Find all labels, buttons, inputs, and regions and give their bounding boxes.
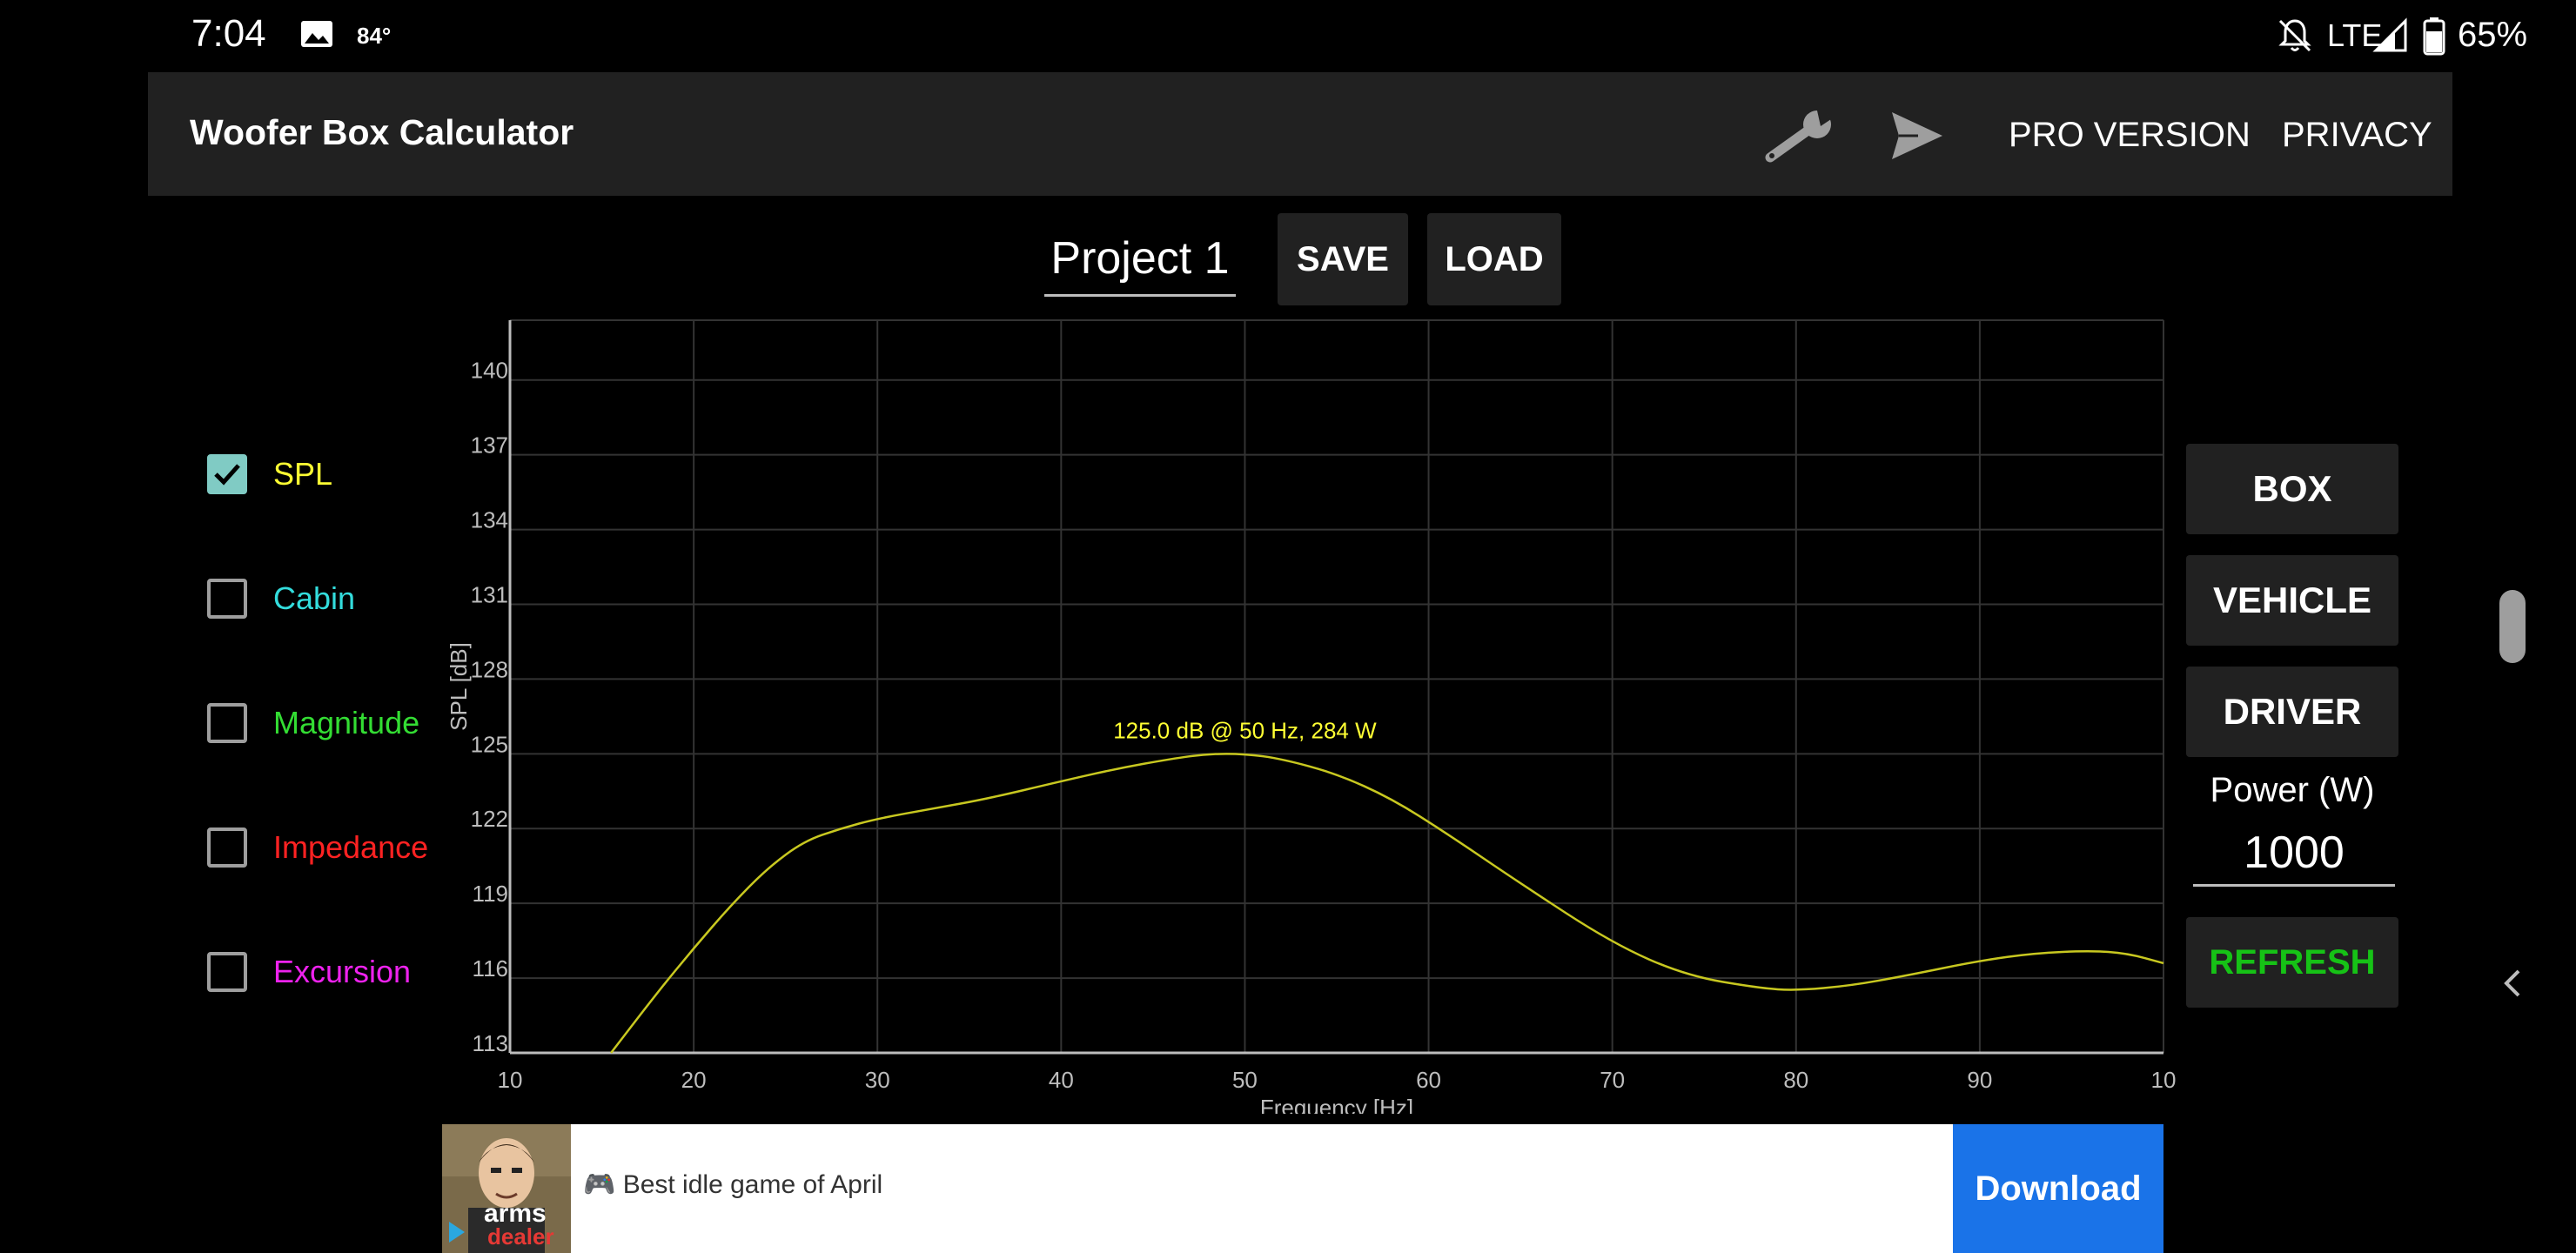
bell-off-icon [2278,19,2311,52]
y-tick-label: 116 [473,955,508,982]
peak-annotation: 125.0 dB @ 50 Hz, 284 W [1113,717,1377,743]
toggle-label: Excursion [273,954,412,989]
x-tick-label: 60 [1416,1067,1441,1093]
signal-icon [2372,17,2407,52]
privacy-button[interactable]: PRIVACY [2282,116,2432,155]
x-tick-label: 10 [2151,1067,2176,1093]
y-tick-label: 128 [471,656,508,682]
x-tick-label: 10 [498,1067,523,1093]
send-icon[interactable] [1888,109,1946,163]
toggle-label: Magnitude [273,705,420,740]
x-tick-label: 40 [1049,1067,1074,1093]
wrench-icon[interactable] [1763,107,1841,164]
checkbox[interactable] [207,454,247,494]
ad-game-thumbnail[interactable]: arms dealer [442,1124,571,1253]
spl-chart[interactable]: 113 116 119 122 125 128 131 134 137 140 10 20 30 40 50… [418,313,2176,1114]
ad-banner[interactable]: arms dealer 🎮 Best idle game of April Do… [442,1124,2163,1253]
scrollbar-thumb[interactable] [2499,590,2526,663]
checkbox[interactable] [207,703,247,743]
vehicle-button[interactable]: VEHICLE [2186,555,2398,646]
power-label: Power (W) [2210,771,2375,809]
checkbox[interactable] [207,579,247,619]
x-tick-label: 80 [1783,1067,1808,1093]
y-tick-label: 137 [471,432,508,459]
battery-percent: 65% [2458,16,2528,54]
download-button[interactable]: Download [1953,1124,2163,1253]
y-tick-label: 125 [471,731,508,757]
y-tick-label: 122 [471,806,508,832]
refresh-button[interactable]: REFRESH [2186,917,2398,1008]
x-axis-label: Frequency [Hz] [1260,1095,1413,1114]
app-bar: Woofer Box Calculator PRO VERSION PRIVAC… [148,72,2452,196]
pro-version-button[interactable]: PRO VERSION [2009,116,2251,155]
checkbox[interactable] [207,828,247,868]
ad-text[interactable]: 🎮 Best idle game of April [583,1169,882,1200]
save-button[interactable]: SAVE [1278,213,1408,305]
x-tick-label: 90 [1967,1067,1992,1093]
chevron-left-icon[interactable] [2496,966,2531,1001]
box-button[interactable]: BOX [2186,444,2398,534]
y-tick-label: 131 [471,581,508,607]
y-axis-label: SPL [dB] [446,642,472,731]
y-tick-label: 140 [471,358,508,384]
toggle-label: Cabin [273,580,356,616]
toggle-label: SPL [273,456,333,492]
power-input[interactable] [2193,821,2395,887]
x-tick-label: 50 [1232,1067,1258,1093]
battery-icon [2423,17,2445,56]
x-tick-label: 20 [681,1067,707,1093]
status-temperature: 84° [357,23,392,49]
app-title: Woofer Box Calculator [190,112,574,152]
y-tick-label: 113 [473,1030,508,1056]
toggle-label: Impedance [273,829,429,865]
y-tick-label: 119 [473,881,508,907]
y-tick-label: 134 [471,507,508,533]
x-tick-label: 70 [1600,1067,1625,1093]
checkbox[interactable] [207,952,247,992]
driver-button[interactable]: DRIVER [2186,667,2398,757]
project-name-input[interactable] [1044,223,1236,297]
image-icon [301,21,332,47]
ad-brand-line2: dealer [487,1223,554,1250]
x-tick-label: 30 [865,1067,890,1093]
status-time: 7:04 [191,12,266,55]
load-button[interactable]: LOAD [1427,213,1561,305]
